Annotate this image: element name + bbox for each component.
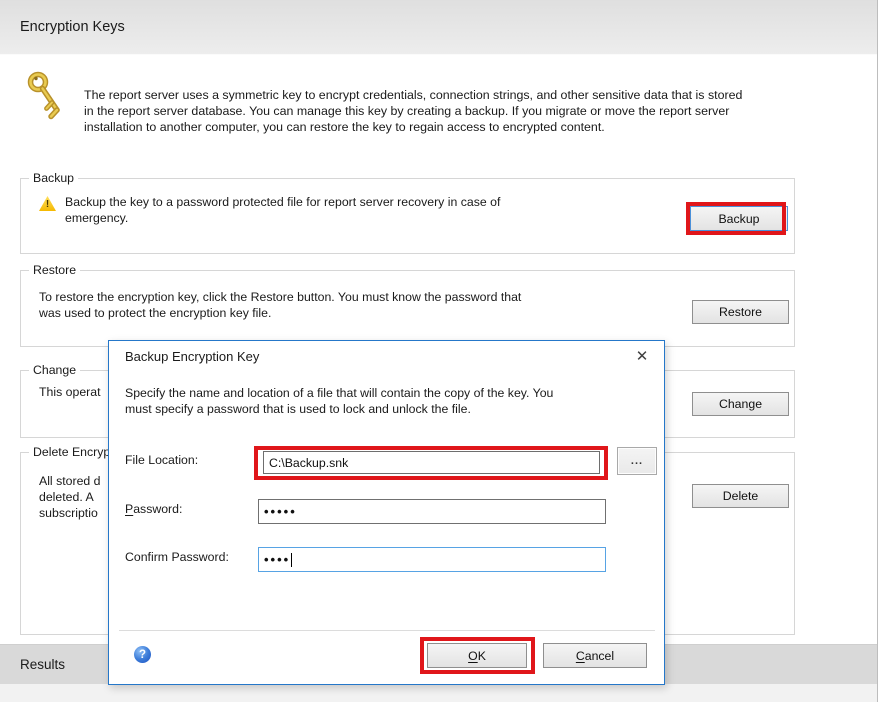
delete-description-line: deleted. A: [39, 489, 111, 505]
cancel-label-rest: ancel: [585, 649, 614, 663]
password-input[interactable]: •••••: [258, 499, 606, 524]
page-header: [0, 0, 877, 55]
change-description: This operat: [39, 384, 111, 400]
confirm-password-value: ••••: [264, 552, 290, 567]
ok-label-rest: K: [478, 649, 486, 663]
restore-group-label: Restore: [29, 263, 80, 277]
delete-button[interactable]: Delete: [692, 484, 789, 508]
page-title: Encryption Keys: [20, 19, 125, 35]
backup-encryption-key-dialog: Backup Encryption Key ✕ Specify the name…: [108, 340, 665, 685]
file-location-label: File Location:: [125, 453, 198, 467]
intro-line: The report server uses a symmetric key t…: [84, 87, 742, 103]
help-icon[interactable]: ?: [134, 646, 151, 663]
change-group-label: Change: [29, 363, 80, 377]
delete-description-line: subscriptio: [39, 505, 111, 521]
ok-button[interactable]: OK: [427, 643, 527, 668]
delete-description-line: All stored d: [39, 473, 111, 489]
cancel-label-mnemonic: C: [576, 649, 585, 663]
backup-group-label: Backup: [29, 171, 78, 185]
backup-description-line: Backup the key to a password protected f…: [65, 194, 500, 210]
close-icon[interactable]: ✕: [631, 347, 653, 365]
dialog-description: Specify the name and location of a file …: [125, 385, 553, 417]
backup-group: Backup Backup the key to a password prot…: [20, 178, 795, 254]
window-right-edge: [877, 0, 878, 702]
backup-description-line: emergency.: [65, 210, 500, 226]
change-button[interactable]: Change: [692, 392, 789, 416]
bottom-strip: [0, 684, 877, 702]
text-caret: [291, 553, 292, 567]
confirm-password-label: Confirm Password:: [125, 550, 229, 564]
restore-group: Restore To restore the encryption key, c…: [20, 270, 795, 347]
key-icon: [23, 69, 71, 123]
help-glyph: ?: [139, 649, 146, 661]
restore-description: To restore the encryption key, click the…: [39, 289, 521, 321]
restore-description-line: To restore the encryption key, click the…: [39, 289, 521, 305]
backup-button[interactable]: Backup: [690, 206, 788, 231]
password-label-mnemonic: P: [125, 502, 133, 516]
password-label: Password:: [125, 502, 182, 516]
cancel-button[interactable]: Cancel: [543, 643, 647, 668]
encryption-keys-page: Encryption Keys The report server uses a…: [0, 0, 881, 702]
intro-text: The report server uses a symmetric key t…: [84, 87, 742, 135]
intro-line: in the report server database. You can m…: [84, 103, 742, 119]
dialog-description-line: Specify the name and location of a file …: [125, 385, 553, 401]
results-label: Results: [20, 645, 65, 685]
restore-description-line: was used to protect the encryption key f…: [39, 305, 521, 321]
file-location-input[interactable]: C:\Backup.snk: [263, 451, 600, 474]
restore-button[interactable]: Restore: [692, 300, 789, 324]
delete-group-label: Delete Encryp: [29, 445, 113, 459]
intro-line: installation to another computer, you ca…: [84, 119, 742, 135]
confirm-password-input[interactable]: ••••: [258, 547, 606, 572]
password-label-rest: assword:: [133, 502, 182, 516]
dialog-separator: [119, 630, 655, 631]
ok-label-mnemonic: O: [468, 649, 478, 663]
delete-description: All stored d deleted. A subscriptio: [39, 473, 111, 521]
dialog-title: Backup Encryption Key: [125, 349, 259, 364]
backup-description: Backup the key to a password protected f…: [65, 194, 500, 226]
warning-icon: [39, 196, 56, 211]
dialog-description-line: must specify a password that is used to …: [125, 401, 553, 417]
browse-button[interactable]: ...: [617, 447, 657, 475]
